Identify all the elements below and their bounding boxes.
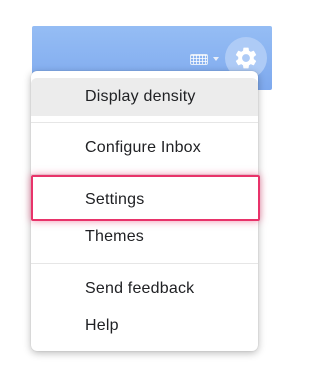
menu-item-label: Display density xyxy=(85,88,196,105)
menu-divider xyxy=(31,122,258,123)
menu-item-label: Themes xyxy=(85,228,144,245)
menu-item-help[interactable]: Help xyxy=(31,307,258,345)
menu-item-themes[interactable]: Themes xyxy=(31,218,258,256)
input-tools-chevron-down-icon[interactable] xyxy=(213,57,219,61)
keyboard-icon[interactable] xyxy=(190,54,208,65)
screenshot-stage: Display density Configure Inbox Settings… xyxy=(0,0,300,382)
settings-dropdown-menu: Display density Configure Inbox Settings… xyxy=(31,71,260,351)
menu-item-display-density[interactable]: Display density xyxy=(31,78,258,116)
menu-divider xyxy=(31,263,258,264)
menu-item-label: Help xyxy=(85,317,119,334)
menu-item-settings[interactable]: Settings xyxy=(31,181,258,219)
gear-icon xyxy=(235,47,257,69)
menu-item-configure-inbox[interactable]: Configure Inbox xyxy=(31,129,258,167)
menu-item-send-feedback[interactable]: Send feedback xyxy=(31,270,258,308)
menu-item-label: Settings xyxy=(85,191,145,208)
menu-item-label: Send feedback xyxy=(85,280,195,297)
menu-divider xyxy=(31,174,258,175)
menu-item-label: Configure Inbox xyxy=(85,139,201,156)
